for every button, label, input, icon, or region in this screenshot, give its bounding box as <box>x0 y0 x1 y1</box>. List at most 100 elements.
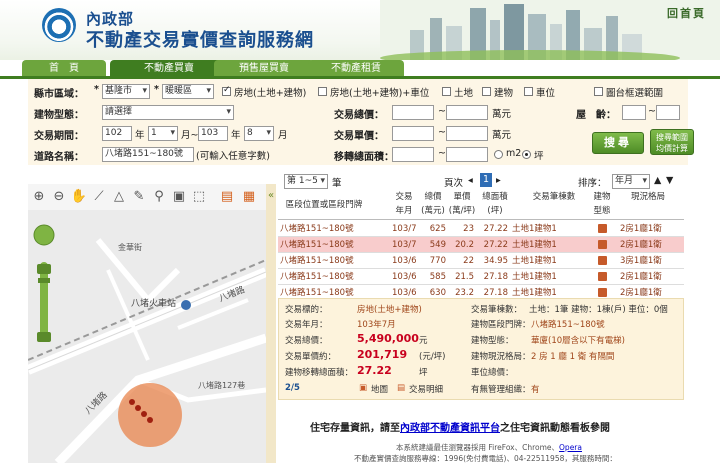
area-min-input[interactable] <box>392 147 434 162</box>
transaction-detail: 交易標的： 房地(土地+建物) 交易筆棟數： 土地：1筆 建物：1棟(戶) 車位… <box>278 298 684 400</box>
layer-list-icon[interactable]: ▤ <box>218 188 236 206</box>
area-unit-m2-radio[interactable] <box>494 150 503 159</box>
sort-desc-icon[interactable]: ▼ <box>666 175 673 186</box>
average-price-button-line2: 均價計算 <box>656 144 688 153</box>
locate-pin-icon[interactable]: ⚲ <box>150 188 168 206</box>
road-hint: (可輸入任意字數) <box>196 151 270 162</box>
measure-area-icon[interactable]: △ <box>110 188 128 206</box>
detail-parcels-label: 交易筆棟數： <box>471 305 523 315</box>
tab-real-estate-sales[interactable]: 不動產買賣 <box>110 60 228 77</box>
tab-home[interactable]: 首 頁 <box>22 60 106 77</box>
period-from-year-input[interactable]: 102 <box>102 126 132 141</box>
map-view[interactable]: 八堵火車站 八堵路 八堵路 八堵路127巷 金華街 <box>28 210 266 463</box>
table-row[interactable]: 八堵路151~180號 103/6 585 21.5 27.18 土地1建物1 2房1廳1衛 <box>278 269 684 285</box>
detail-total-label: 交易總價： <box>285 336 328 346</box>
header-building-type: 建物型態 <box>593 192 611 216</box>
cell-ym: 103/7 <box>392 240 416 250</box>
notice-suffix: 之住宅資訊動態看板參閱 <box>500 423 610 434</box>
current-page[interactable]: 1 <box>480 173 492 187</box>
area-unit-m2-label: m2 <box>506 148 522 159</box>
search-panel: 縣市區域： * 基隆市 * 暖暖區 房地(土地+建物) 房地(土地+建物)+車位… <box>28 79 694 165</box>
unit-price-min-input[interactable] <box>392 126 434 141</box>
period-from-month-select[interactable]: 1 <box>148 126 178 141</box>
print-icon[interactable]: ▦ <box>240 188 258 206</box>
sort-asc-icon[interactable]: ▲ <box>654 175 661 186</box>
detail-type-label: 建物型態： <box>471 336 514 346</box>
search-button[interactable]: 搜尋 <box>592 132 644 154</box>
page-size-select[interactable]: 第 1~5 <box>284 174 328 189</box>
building-type-icon <box>598 240 607 249</box>
detail-transaction-link[interactable]: 交易明細 <box>409 383 443 395</box>
prev-page-icon[interactable]: ◂ <box>468 175 473 186</box>
table-header: 區段位置或區段門牌 交易年月 總價(萬元) 單價(萬/坪) 總面積(坪) 交易筆… <box>278 190 684 220</box>
sort-select[interactable]: 年月 <box>612 174 650 189</box>
select-box-icon[interactable]: ▣ <box>170 188 188 206</box>
building-type-select[interactable]: 請選擇 <box>102 105 234 120</box>
notice-platform-link[interactable]: 內政部不動產資訊平台 <box>400 423 500 434</box>
month-to-sep: 月~ <box>181 130 199 141</box>
age-min-input[interactable] <box>622 105 646 120</box>
draw-line-icon[interactable]: ✎ <box>130 188 148 206</box>
road-label: 道路名稱： <box>34 152 84 163</box>
collapse-arrow-icon[interactable]: « <box>266 190 276 201</box>
zoom-out-icon[interactable]: ⊖ <box>50 188 68 206</box>
page-label: 頁次 <box>444 178 464 189</box>
site-title: 不動產交易實價查詢服務網 <box>86 30 314 51</box>
detail-layout-value: 2 房 1 廳 1 衛 有隔間 <box>531 352 615 362</box>
total-price-max-input[interactable] <box>446 105 488 120</box>
district-select[interactable]: 暖暖區 <box>162 84 214 99</box>
detail-type-value: 華廈(10層含以下有電梯) <box>531 336 625 346</box>
area-max-input[interactable] <box>446 147 488 162</box>
cell-unit: 20.2 <box>455 240 474 250</box>
housing-stock-notice: 住宅存量資訊，請至內政部不動產資訊平台之住宅資訊動態看板參閱 <box>310 419 610 434</box>
asset-type-parking-checkbox[interactable] <box>524 87 533 96</box>
detail-document-icon[interactable]: ▤ <box>397 383 405 393</box>
zoom-in-icon[interactable]: ⊕ <box>30 188 48 206</box>
road-input[interactable]: 八堵路151~180號 <box>102 147 194 162</box>
period-to-year-input[interactable]: 103 <box>198 126 228 141</box>
city-select[interactable]: 基隆市 <box>102 84 150 99</box>
required-mark: * <box>154 84 159 95</box>
total-price-min-input[interactable] <box>392 105 434 120</box>
tab-rentals[interactable]: 不動產租賃 <box>308 60 404 77</box>
table-row[interactable]: 八堵路151~180號 103/7 549 20.2 27.22 土地1建物1 2房1廳1衛 <box>278 237 684 253</box>
asset-type-with-parking-checkbox[interactable] <box>318 87 327 96</box>
notice-prefix: 住宅存量資訊，請至 <box>310 423 400 434</box>
next-page-icon[interactable]: ▸ <box>496 175 501 186</box>
main-tabs: 首 頁 不動產買賣 預售屋買賣 不動產租賃 <box>0 60 720 77</box>
table-row[interactable]: 八堵路151~180號 103/7 625 23 27.22 土地1建物1 2房1廳1衛 <box>278 221 684 237</box>
service-hotline: 不動產實價查詢服務專線：1996(免付費電話)、04-22511958，其服務時… <box>354 454 617 463</box>
area-unit-ping-radio[interactable] <box>522 150 531 159</box>
tab-presale-sales[interactable]: 預售屋買賣 <box>214 60 314 77</box>
cell-total: 585 <box>429 272 446 282</box>
asset-type-building-checkbox[interactable] <box>482 87 491 96</box>
measure-line-icon[interactable]: ⟋ <box>90 188 108 206</box>
month-unit: 月 <box>278 130 288 141</box>
average-price-button[interactable]: 搜尋範圍 均價計算 <box>650 129 694 155</box>
detail-map-icon[interactable]: ▣ <box>359 383 367 393</box>
header-parcels: 交易筆棟數 <box>532 192 576 202</box>
map-range-checkbox[interactable] <box>594 87 603 96</box>
cell-unit: 21.5 <box>455 272 474 282</box>
panel-collapse-handle[interactable] <box>266 184 276 463</box>
select-polygon-icon[interactable]: ⬚ <box>190 188 208 206</box>
cell-addr: 八堵路151~180號 <box>280 240 354 250</box>
detail-mgmt-value: 有 <box>531 385 540 395</box>
period-to-month-select[interactable]: 8 <box>244 126 274 141</box>
table-row[interactable]: 八堵路151~180號 103/6 770 22 34.95 土地1建物1 3房1廳1衛 <box>278 253 684 269</box>
detail-address-label: 建物區段門牌： <box>471 320 531 330</box>
pan-hand-icon[interactable]: ✋ <box>70 188 88 206</box>
unit-price-max-input[interactable] <box>446 126 488 141</box>
cell-area: 27.18 <box>483 272 508 282</box>
age-max-input[interactable] <box>656 105 680 120</box>
header-total-price: 總價(萬元) <box>421 192 445 216</box>
home-link[interactable]: 回首頁 <box>667 5 706 21</box>
asset-type-land-checkbox[interactable] <box>442 87 451 96</box>
detail-mgmt-label: 有無管理組織： <box>471 385 531 395</box>
detail-unit-label: 交易單價約： <box>285 352 337 362</box>
asset-type-house-land-checkbox[interactable] <box>222 85 231 96</box>
asset-type-house-land-label: 房地(土地+建物) <box>234 88 307 99</box>
opera-link[interactable]: Opera <box>559 443 582 452</box>
building-type-icon <box>598 272 607 281</box>
detail-map-link[interactable]: 地圖 <box>371 383 388 395</box>
